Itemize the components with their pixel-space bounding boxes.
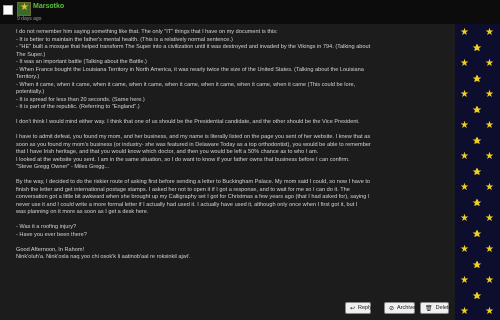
message-line (16, 127, 453, 135)
message-line: "Steve Gregg Owner" - Miles Gregg... (16, 164, 110, 170)
star-icon: ★ (460, 306, 469, 317)
star-icon: ★ (20, 2, 29, 13)
star-icon: ★ (460, 275, 469, 286)
star-icon: ★ (485, 182, 494, 193)
message-line: Nink'oluh'a. Nink'oxla naq yoo chi osok'… (16, 254, 191, 260)
star-icon: ★ (473, 135, 482, 147)
message-line (16, 239, 453, 247)
message-line: I have to admit defeat, you found my mom… (16, 134, 371, 140)
star-icon: ★ (460, 244, 469, 255)
star-icon: ★ (485, 213, 494, 224)
delete-button[interactable]: 🗑 Delete (420, 302, 452, 314)
star-icon: ★ (485, 120, 494, 131)
star-icon: ★ (485, 244, 494, 255)
message-line: - Was it a roofing injury? (16, 224, 77, 230)
message-line: - It was an important battle (Talking ab… (16, 59, 147, 65)
author-name[interactable]: Marsotko (33, 3, 64, 10)
star-icon: ★ (473, 197, 482, 209)
star-icon: ★ (485, 89, 494, 100)
avatar[interactable]: ★ (17, 2, 31, 16)
star-icon: ★ (473, 166, 482, 178)
message-line: Territory.) (16, 74, 40, 80)
star-icon: ★ (485, 275, 494, 286)
star-icon: ★ (460, 151, 469, 162)
archive-label: Archive (397, 305, 416, 311)
star-icon: ★ (460, 182, 469, 193)
star-icon: ★ (460, 120, 469, 131)
message-line: soon as you found my mom's business (or … (16, 141, 371, 148)
message-line: never use it and I could write a more fo… (16, 201, 358, 208)
message-line: that I have Irish heritage, and that you… (16, 149, 319, 155)
star-icon: ★ (460, 89, 469, 100)
message-line: The Super.) (16, 51, 46, 58)
message-line: finish the letter and get international … (16, 186, 350, 193)
message-line: I don't think I would mind either way. I… (16, 119, 360, 125)
message-line: I looked at the website you sent. I am i… (16, 156, 350, 163)
message-line: - When it came, when it came, when it ca… (16, 81, 356, 88)
trash-icon: 🗑 (425, 305, 433, 312)
archive-button[interactable]: ⊘ Archive (384, 302, 415, 314)
message-line: - Have you ever been there? (16, 231, 87, 238)
star-icon: ★ (485, 27, 494, 38)
message-line: Good Afternoon, In Rahom! (16, 246, 85, 253)
star-icon: ★ (485, 58, 494, 69)
reply-button[interactable]: ↩ Reply (345, 302, 373, 314)
message-body: I do not remember him saying something l… (0, 24, 455, 320)
post-timestamp: 9 days ago (17, 16, 42, 22)
message-line: I do not remember him saying something l… (16, 29, 278, 35)
message-line: - It is spread for less than 20 seconds.… (16, 96, 145, 103)
post-header: ★ Marsotko 9 days ago (0, 0, 500, 24)
select-checkbox[interactable] (3, 5, 13, 15)
star-icon: ★ (473, 42, 482, 54)
message-line: conversation got a little bit awkward wh… (16, 194, 370, 200)
star-icon: ★ (460, 58, 469, 69)
star-icon: ★ (473, 290, 482, 302)
decorative-star-sidebar: ★ ★ ★ ★ ★ ★ ★ ★ ★ ★ ★ ★ ★ ★ ★ ★ ★ ★ ★ ★ ★ ★ ★ ★ ★ ★ ★ ★ ★ ★ ★ ★ ★ ★ ★ ★ ★ ★ (455, 24, 500, 320)
message-line: - It is part of the republic. (Referring… (16, 104, 140, 110)
message-line: was planning on it more as soon as I get… (16, 209, 149, 215)
message-line: By the way, I decided to do the riskier … (16, 179, 371, 185)
star-icon: ★ (473, 259, 482, 271)
star-icon: ★ (485, 306, 494, 317)
star-icon: ★ (460, 27, 469, 38)
star-icon: ★ (485, 151, 494, 162)
message-line (16, 217, 453, 225)
message-line: - "HE" built a mosque that helped transf… (16, 44, 371, 50)
star-icon: ★ (473, 73, 482, 85)
archive-icon: ⊘ (389, 305, 395, 312)
star-icon: ★ (473, 228, 482, 240)
message-text: I do not remember him saying something l… (16, 29, 453, 262)
message-line (16, 172, 453, 180)
delete-label: Delete (435, 305, 452, 311)
star-icon: ★ (460, 213, 469, 224)
message-line: - It is better to maintain the father's … (16, 36, 233, 43)
message-line: potentially.) (16, 89, 45, 95)
star-icon: ★ (473, 104, 482, 116)
message-line: - When France bought the Louisiana Terri… (16, 66, 364, 73)
message-line (16, 112, 453, 120)
reply-label: Reply (358, 305, 373, 311)
reply-icon: ↩ (350, 305, 356, 312)
